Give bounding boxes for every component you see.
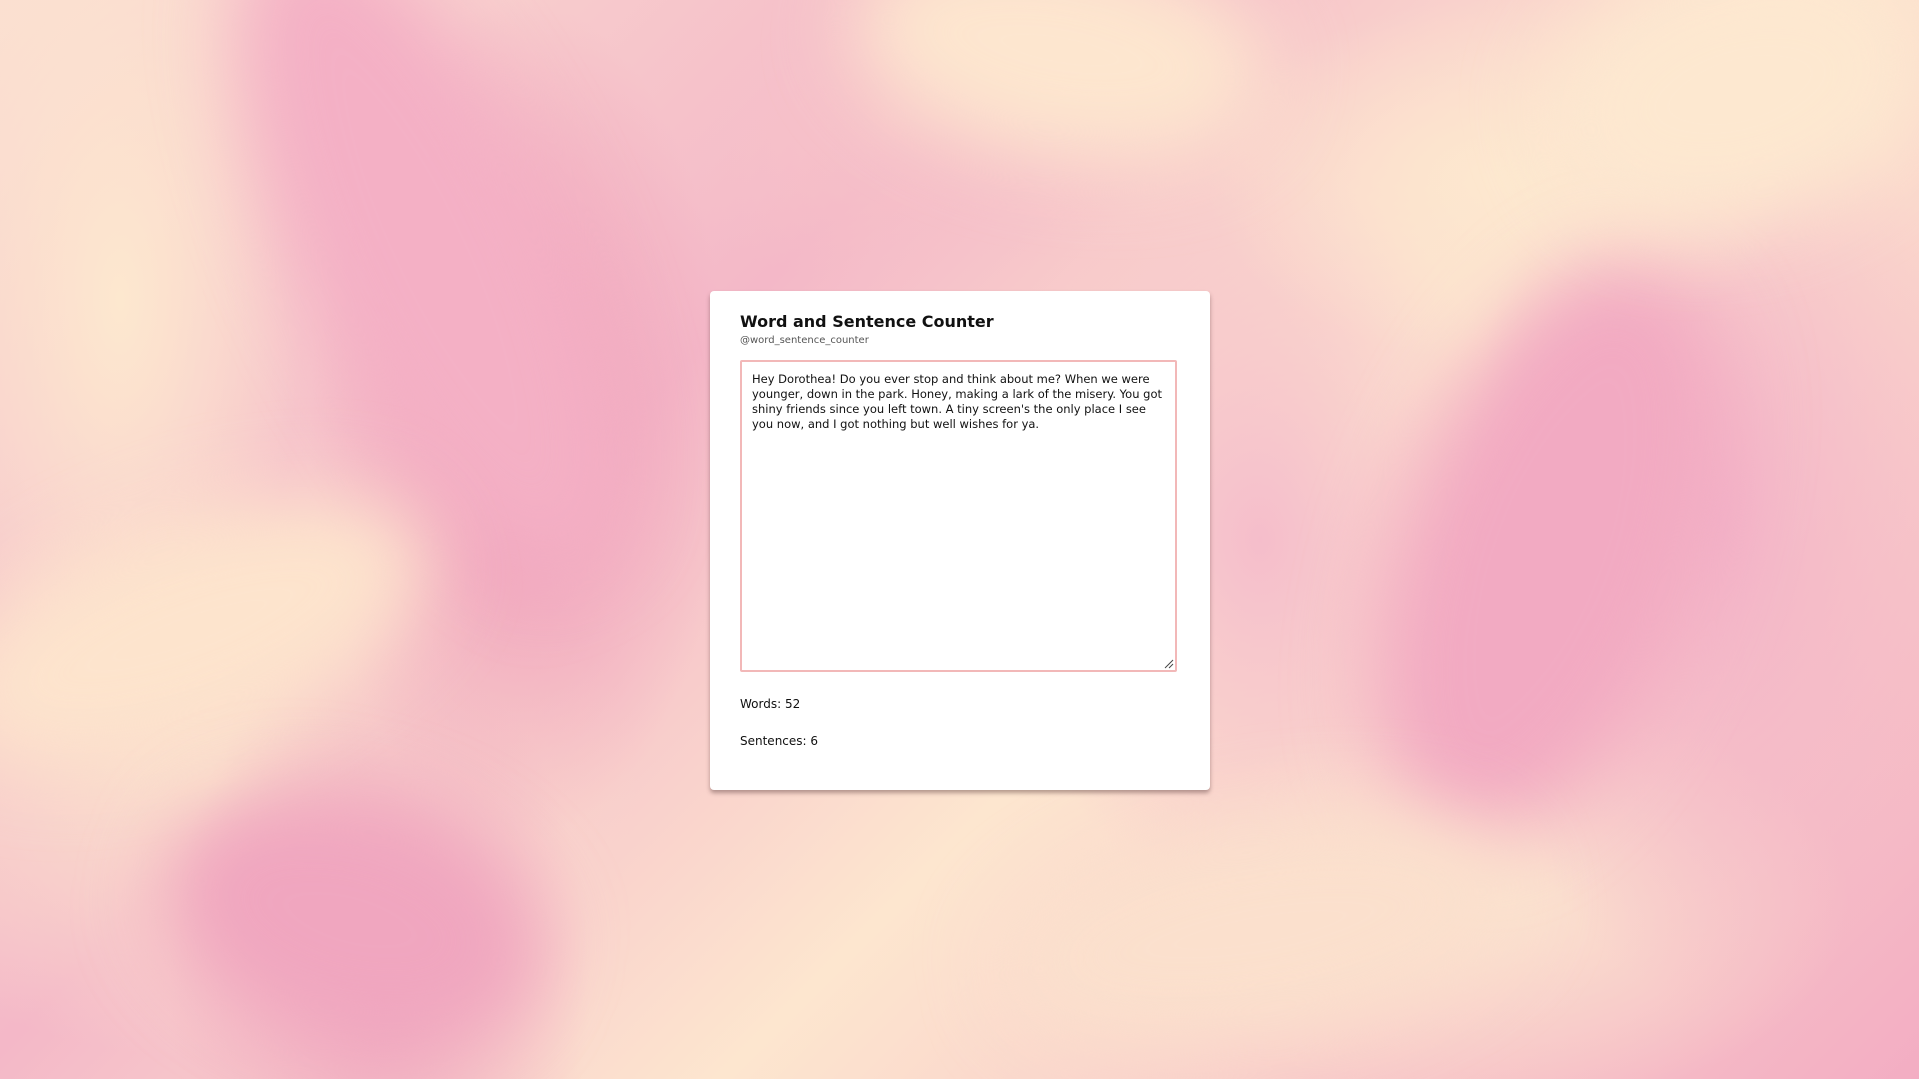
app-title: Word and Sentence Counter <box>740 312 994 331</box>
background-swirl <box>834 0 1286 195</box>
app-handle: @word_sentence_counter <box>740 335 869 346</box>
background-swirl <box>0 441 463 819</box>
text-input-container <box>740 360 1177 672</box>
background-swirl <box>1306 216 1794 884</box>
background-swirl <box>1522 0 1919 265</box>
background-swirl <box>135 754 565 1079</box>
counter-card: Word and Sentence Counter @word_sentence… <box>710 291 1210 790</box>
sentence-count: Sentences: 6 <box>740 734 819 748</box>
text-input[interactable] <box>740 360 1177 672</box>
word-count: Words: 52 <box>740 697 801 711</box>
resize-grip-icon[interactable] <box>1164 659 1174 669</box>
